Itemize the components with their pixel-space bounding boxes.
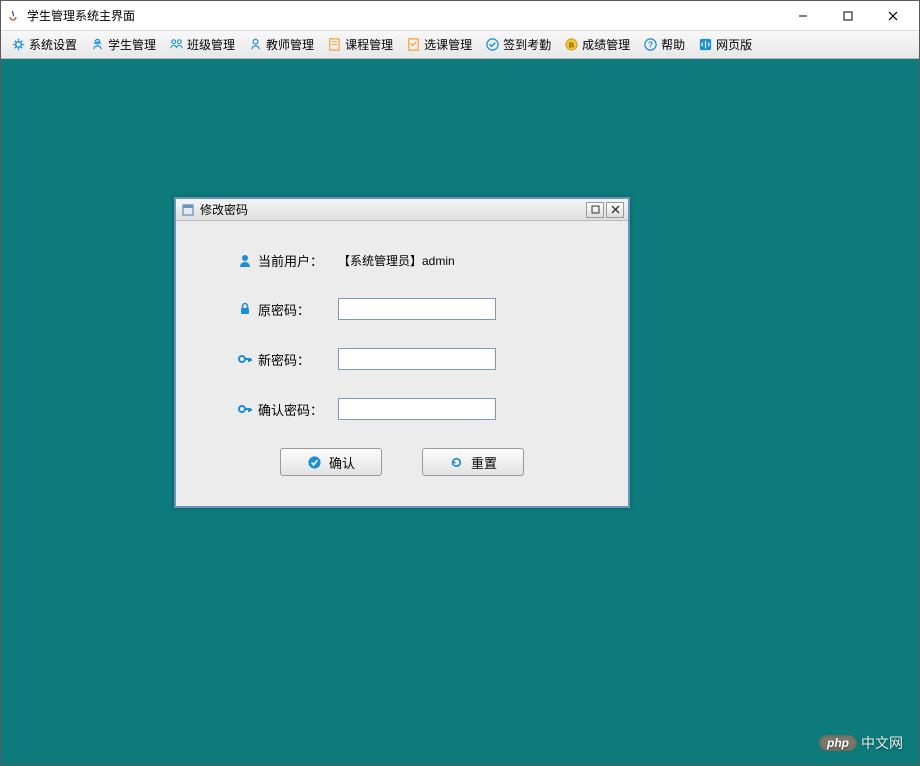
confirm-password-label: 确认密码： — [258, 400, 338, 419]
toolbar-label: 网页版 — [716, 36, 752, 53]
class-icon — [168, 37, 184, 53]
dialog-maximize-button[interactable] — [586, 202, 604, 218]
old-password-input[interactable] — [338, 298, 496, 320]
toolbar-attendance[interactable]: 签到考勤 — [479, 34, 556, 55]
key-icon — [236, 350, 254, 368]
confirm-password-row: 确认密码： — [196, 398, 608, 420]
dialog-body: 当前用户： 【系统管理员】admin 原密码： 新密码： 确认密码： — [176, 221, 628, 506]
dialog-buttons: 确认 重置 — [196, 448, 608, 476]
toolbar-label: 选课管理 — [424, 36, 472, 53]
toolbar-student-mgmt[interactable]: 学生管理 — [84, 34, 161, 55]
new-password-label: 新密码： — [258, 350, 338, 369]
toolbar-label: 教师管理 — [266, 36, 314, 53]
toolbar-course-mgmt[interactable]: 课程管理 — [321, 34, 398, 55]
toolbar-grade-mgmt[interactable]: B 成绩管理 — [558, 34, 635, 55]
current-user-label: 当前用户： — [258, 251, 338, 270]
old-password-label: 原密码： — [258, 300, 338, 319]
content-area: 修改密码 当前用户： 【系统管理员】admin 原密码： — [1, 59, 919, 765]
toolbar: 系统设置 学生管理 班级管理 教师管理 课程管理 选课管理 签到考勤 B 成绩管 — [1, 31, 919, 59]
new-password-input[interactable] — [338, 348, 496, 370]
toolbar-label: 系统设置 — [29, 36, 77, 53]
select-icon — [405, 37, 421, 53]
dialog-window-buttons — [586, 202, 624, 218]
toolbar-label: 帮助 — [661, 36, 685, 53]
teacher-icon — [247, 37, 263, 53]
dialog-title: 修改密码 — [200, 201, 582, 218]
toolbar-label: 课程管理 — [345, 36, 393, 53]
toolbar-class-mgmt[interactable]: 班级管理 — [163, 34, 240, 55]
confirm-button-label: 确认 — [329, 453, 355, 472]
dialog-close-button[interactable] — [606, 202, 624, 218]
toolbar-web[interactable]: 网页版 — [692, 34, 757, 55]
web-icon — [697, 37, 713, 53]
toolbar-teacher-mgmt[interactable]: 教师管理 — [242, 34, 319, 55]
dialog-icon — [180, 202, 196, 218]
window-controls — [780, 2, 915, 30]
lock-icon — [236, 300, 254, 318]
toolbar-label: 成绩管理 — [582, 36, 630, 53]
toolbar-label: 班级管理 — [187, 36, 235, 53]
watermark: php 中文网 — [819, 733, 903, 753]
svg-text:?: ? — [648, 39, 653, 49]
window-title: 学生管理系统主界面 — [27, 7, 780, 24]
app-window: 学生管理系统主界面 系统设置 学生管理 班级管理 — [0, 0, 920, 766]
change-password-dialog: 修改密码 当前用户： 【系统管理员】admin 原密码： — [174, 197, 630, 508]
confirm-password-input[interactable] — [338, 398, 496, 420]
svg-text:B: B — [568, 40, 574, 49]
reset-button-label: 重置 — [471, 453, 497, 472]
user-icon — [236, 252, 254, 270]
gear-icon — [10, 37, 26, 53]
checkin-icon — [484, 37, 500, 53]
watermark-text: 中文网 — [861, 733, 903, 753]
toolbar-system-settings[interactable]: 系统设置 — [5, 34, 82, 55]
dialog-titlebar: 修改密码 — [176, 199, 628, 221]
key-confirm-icon — [236, 400, 254, 418]
help-icon: ? — [642, 37, 658, 53]
current-user-row: 当前用户： 【系统管理员】admin — [196, 251, 608, 270]
old-password-row: 原密码： — [196, 298, 608, 320]
minimize-button[interactable] — [780, 2, 825, 30]
java-icon — [5, 8, 21, 24]
php-badge: php — [819, 735, 857, 751]
confirm-button[interactable]: 确认 — [280, 448, 382, 476]
new-password-row: 新密码： — [196, 348, 608, 370]
current-user-value: 【系统管理员】admin — [338, 252, 455, 269]
toolbar-label: 学生管理 — [108, 36, 156, 53]
maximize-button[interactable] — [825, 2, 870, 30]
toolbar-label: 签到考勤 — [503, 36, 551, 53]
titlebar: 学生管理系统主界面 — [1, 1, 919, 31]
toolbar-help[interactable]: ? 帮助 — [637, 34, 690, 55]
reset-button[interactable]: 重置 — [422, 448, 524, 476]
check-icon — [307, 454, 323, 470]
toolbar-select-mgmt[interactable]: 选课管理 — [400, 34, 477, 55]
reset-icon — [449, 454, 465, 470]
course-icon — [326, 37, 342, 53]
close-button[interactable] — [870, 2, 915, 30]
student-icon — [89, 37, 105, 53]
grade-icon: B — [563, 37, 579, 53]
